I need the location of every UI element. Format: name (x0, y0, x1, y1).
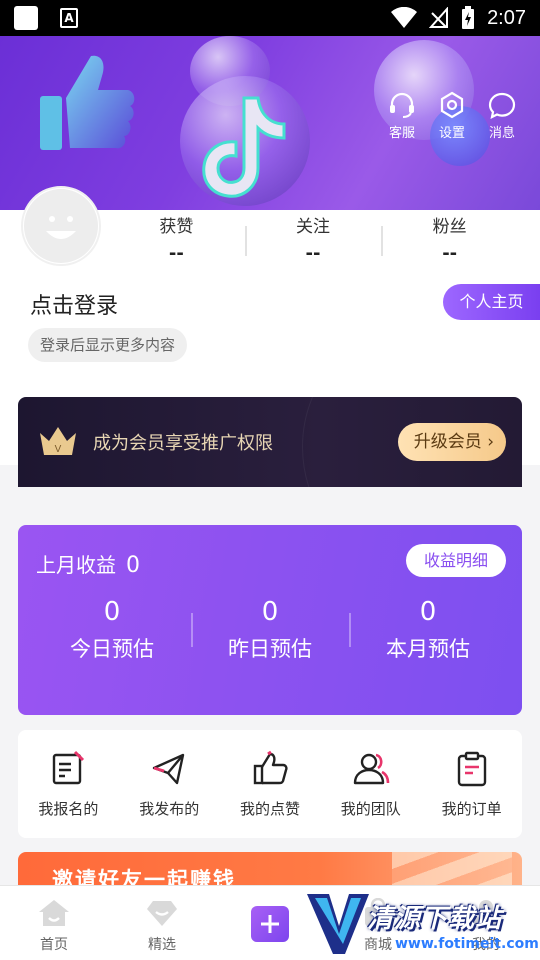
login-link[interactable]: 点击登录 (30, 288, 118, 320)
earnings-title: 上月收益 0 (36, 549, 140, 578)
customer-service-button[interactable]: 客服 (386, 90, 418, 141)
upgrade-vip-button[interactable]: 升级会员 › (397, 423, 506, 461)
signal-off-icon (429, 7, 449, 28)
stat-followers[interactable]: 粉丝 -- (381, 212, 518, 264)
menu-label: 我报名的 (38, 800, 99, 818)
tab-label: 首页 (40, 937, 68, 953)
earnings-label: 昨日预估 (228, 637, 312, 661)
battery-charging-icon (462, 6, 475, 29)
tab-label: 我的 (472, 937, 500, 953)
stat-label: 获赞 (159, 217, 194, 237)
menu-label: 我发布的 (139, 800, 200, 818)
chat-bubble-icon (488, 92, 516, 119)
decor-thumbs-up-icon (40, 55, 135, 150)
home-icon (39, 900, 69, 926)
stat-value: -- (442, 243, 458, 264)
headset-icon (390, 92, 414, 118)
stat-label: 关注 (296, 217, 330, 237)
crown-icon: V (40, 427, 76, 455)
plus-icon (261, 915, 279, 933)
shop-icon (365, 898, 391, 926)
notification-a-icon: A (60, 8, 78, 28)
earnings-card: 上月收益 0 收益明细 0 今日预估 0 昨日预估 0 本月预估 (18, 525, 522, 715)
profile-header-banner: 客服 设置 消息 (0, 36, 540, 210)
plus-button[interactable] (251, 906, 289, 942)
tab-shop[interactable]: 商城 (324, 886, 432, 960)
tab-profile[interactable]: 我的 (432, 886, 540, 960)
status-bar: A 2:07 (0, 0, 540, 36)
shortcut-menu: 我报名的 我发布的 我的点赞 我的团队 我的订单 (18, 730, 522, 838)
earnings-value: 0 (103, 597, 121, 627)
login-hint: 登录后显示更多内容 (28, 328, 188, 362)
last-month-earnings-value: 0 (126, 553, 140, 578)
paper-plane-icon (152, 753, 185, 785)
earnings-label: 本月预估 (386, 637, 470, 661)
tab-label: 精选 (148, 937, 176, 953)
profile-icon (473, 900, 499, 927)
vip-promo-text: 成为会员享受推广权限 (93, 433, 273, 454)
earnings-value: 0 (419, 597, 437, 627)
tab-label: 商城 (364, 937, 392, 953)
notification-app-icon (14, 6, 38, 30)
earnings-value: 0 (261, 597, 279, 627)
tab-publish[interactable] (216, 886, 324, 960)
menu-label: 我的订单 (441, 800, 502, 818)
thumbs-up-icon (253, 750, 288, 785)
earnings-detail-button[interactable]: 收益明细 (405, 544, 506, 577)
menu-my-orders[interactable]: 我的订单 (421, 750, 522, 838)
featured-icon (147, 901, 177, 926)
menu-my-likes[interactable]: 我的点赞 (220, 750, 321, 838)
earnings-label: 今日预估 (70, 637, 154, 661)
menu-my-posts[interactable]: 我发布的 (119, 750, 220, 838)
vip-upgrade-banner[interactable]: V 成为会员享受推广权限 升级会员 › (18, 397, 522, 487)
profile-stats: 获赞 -- 关注 -- 粉丝 -- (108, 212, 518, 264)
avatar[interactable] (21, 186, 101, 266)
menu-label: 我的团队 (340, 800, 401, 818)
upgrade-vip-label: 升级会员 (413, 432, 482, 452)
messages-button[interactable]: 消息 (486, 90, 518, 141)
earnings-this-month: 0 本月预估 (349, 597, 507, 663)
order-clipboard-icon (457, 751, 486, 787)
crown-letter: V (55, 444, 62, 455)
stat-value: -- (168, 243, 184, 264)
settings-button[interactable]: 设置 (436, 90, 468, 141)
chevron-right-icon: › (487, 432, 494, 452)
bottom-tab-bar: 首页 精选 商城 我的 (0, 885, 540, 960)
gear-icon (440, 91, 464, 119)
decor-music-note-icon (202, 96, 286, 198)
earnings-title-label: 上月收益 (36, 553, 116, 577)
tab-featured[interactable]: 精选 (108, 886, 216, 960)
menu-label: 我的点赞 (239, 800, 300, 818)
status-time: 2:07 (487, 6, 526, 29)
team-icon (353, 753, 390, 785)
tab-home[interactable]: 首页 (0, 886, 108, 960)
profile-card: 获赞 -- 关注 -- 粉丝 -- 点击登录 登录后显示更多内容 个人主页 V … (0, 186, 540, 487)
personal-homepage-button[interactable]: 个人主页 (443, 284, 540, 320)
stat-label: 粉丝 (432, 217, 467, 237)
stat-likes[interactable]: 获赞 -- (108, 212, 245, 264)
menu-my-team[interactable]: 我的团队 (320, 750, 421, 838)
customer-service-label: 客服 (388, 126, 415, 141)
signup-icon (53, 750, 85, 785)
stat-following[interactable]: 关注 -- (244, 212, 382, 264)
earnings-yesterday: 0 昨日预估 (191, 597, 349, 663)
wifi-icon (391, 7, 418, 28)
settings-label: 设置 (438, 126, 465, 141)
messages-label: 消息 (488, 126, 515, 141)
stat-value: -- (305, 243, 321, 264)
earnings-today: 0 今日预估 (33, 597, 191, 663)
menu-my-signups[interactable]: 我报名的 (18, 750, 119, 838)
default-avatar-icon (24, 189, 98, 263)
